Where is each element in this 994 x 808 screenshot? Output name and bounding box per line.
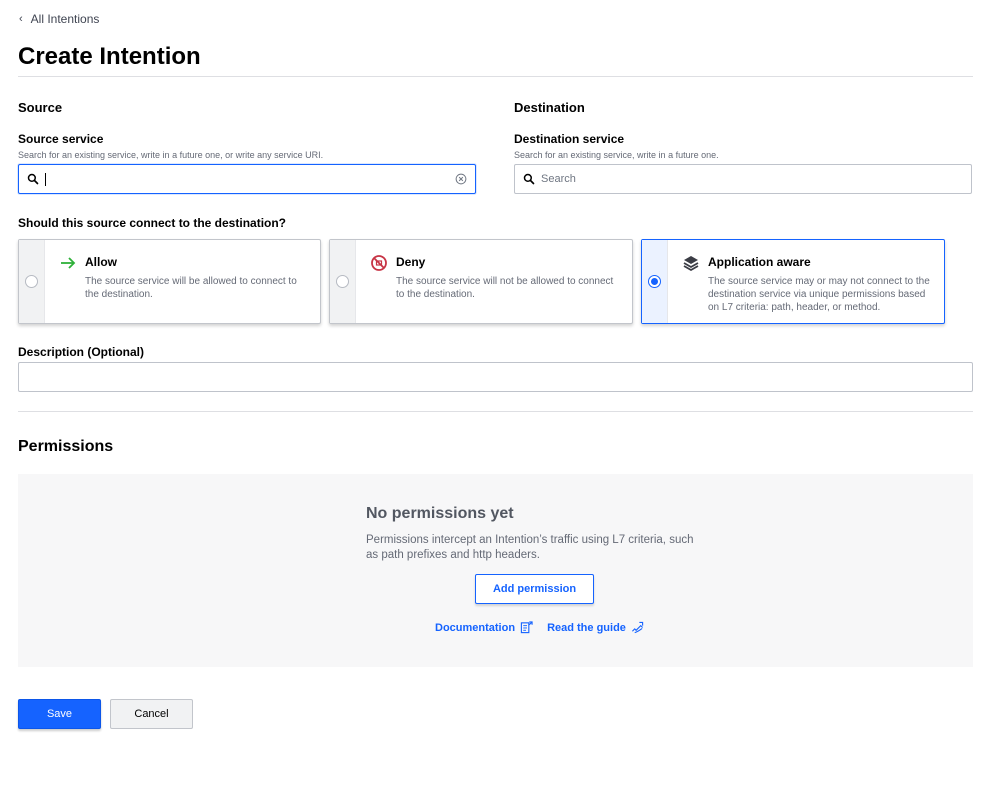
permissions-title: Permissions bbox=[18, 438, 114, 455]
help-links: Documentation Read the guide bbox=[435, 621, 644, 634]
deny-radio[interactable] bbox=[336, 275, 349, 288]
back-link[interactable]: ‹ All Intentions bbox=[19, 12, 99, 26]
destination-service-placeholder: Search bbox=[541, 173, 576, 185]
option-card-deny[interactable]: Deny The source service will not be allo… bbox=[329, 239, 633, 324]
destination-section: Destination Destination service Search f… bbox=[514, 100, 972, 194]
destination-service-label: Destination service bbox=[514, 132, 625, 146]
guide-icon bbox=[631, 621, 644, 634]
cancel-button[interactable]: Cancel bbox=[110, 699, 193, 729]
text-cursor bbox=[45, 172, 46, 186]
source-service-help: Search for an existing service, write in… bbox=[18, 150, 324, 160]
empty-state-title: No permissions yet bbox=[366, 505, 514, 522]
option-card-application-aware[interactable]: Application aware The source service may… bbox=[641, 239, 945, 324]
save-button[interactable]: Save bbox=[18, 699, 101, 729]
deny-description: The source service will not be allowed t… bbox=[396, 276, 614, 300]
allow-title: Allow bbox=[85, 255, 117, 269]
arrow-right-icon bbox=[61, 257, 76, 269]
application-aware-title: Application aware bbox=[708, 255, 811, 269]
documentation-link-label: Documentation bbox=[435, 621, 516, 634]
page-title: Create Intention bbox=[18, 43, 201, 70]
source-service-input[interactable] bbox=[18, 164, 476, 194]
source-service-label: Source service bbox=[18, 132, 104, 146]
search-icon bbox=[27, 173, 39, 185]
connect-question: Should this source connect to the destin… bbox=[18, 216, 287, 230]
read-guide-link[interactable]: Read the guide bbox=[547, 621, 644, 634]
title-divider bbox=[18, 76, 973, 77]
destination-service-help: Search for an existing service, write in… bbox=[514, 150, 719, 160]
application-aware-radio[interactable] bbox=[648, 275, 661, 288]
layers-icon bbox=[683, 256, 699, 272]
empty-state-body: Permissions intercept an Intention’s tra… bbox=[366, 534, 694, 561]
add-permission-button[interactable]: Add permission bbox=[475, 574, 594, 604]
option-rail bbox=[330, 240, 356, 323]
description-label: Description (Optional) bbox=[18, 345, 144, 359]
documentation-link[interactable]: Documentation bbox=[435, 621, 533, 634]
read-guide-link-label: Read the guide bbox=[547, 621, 626, 634]
option-rail bbox=[642, 240, 668, 323]
permissions-empty-state: No permissions yet Permissions intercept… bbox=[18, 474, 973, 667]
clear-icon[interactable] bbox=[455, 173, 467, 185]
option-card-allow[interactable]: Allow The source service will be allowed… bbox=[18, 239, 321, 324]
back-link-label: All Intentions bbox=[30, 12, 100, 26]
chevron-left-icon: ‹ bbox=[19, 13, 23, 25]
source-section-title: Source bbox=[18, 100, 63, 115]
docs-icon bbox=[520, 621, 533, 634]
destination-section-title: Destination bbox=[514, 100, 585, 115]
description-input[interactable] bbox=[18, 362, 973, 392]
application-aware-description: The source service may or may not connec… bbox=[708, 276, 930, 313]
section-divider bbox=[18, 411, 973, 412]
option-rail bbox=[19, 240, 45, 323]
destination-service-input[interactable]: Search bbox=[514, 164, 972, 194]
allow-description: The source service will be allowed to co… bbox=[85, 276, 297, 300]
source-section: Source Source service Search for an exis… bbox=[18, 100, 476, 194]
deny-title: Deny bbox=[396, 255, 426, 269]
search-icon bbox=[523, 173, 535, 185]
allow-radio[interactable] bbox=[25, 275, 38, 288]
deny-icon bbox=[371, 255, 387, 271]
